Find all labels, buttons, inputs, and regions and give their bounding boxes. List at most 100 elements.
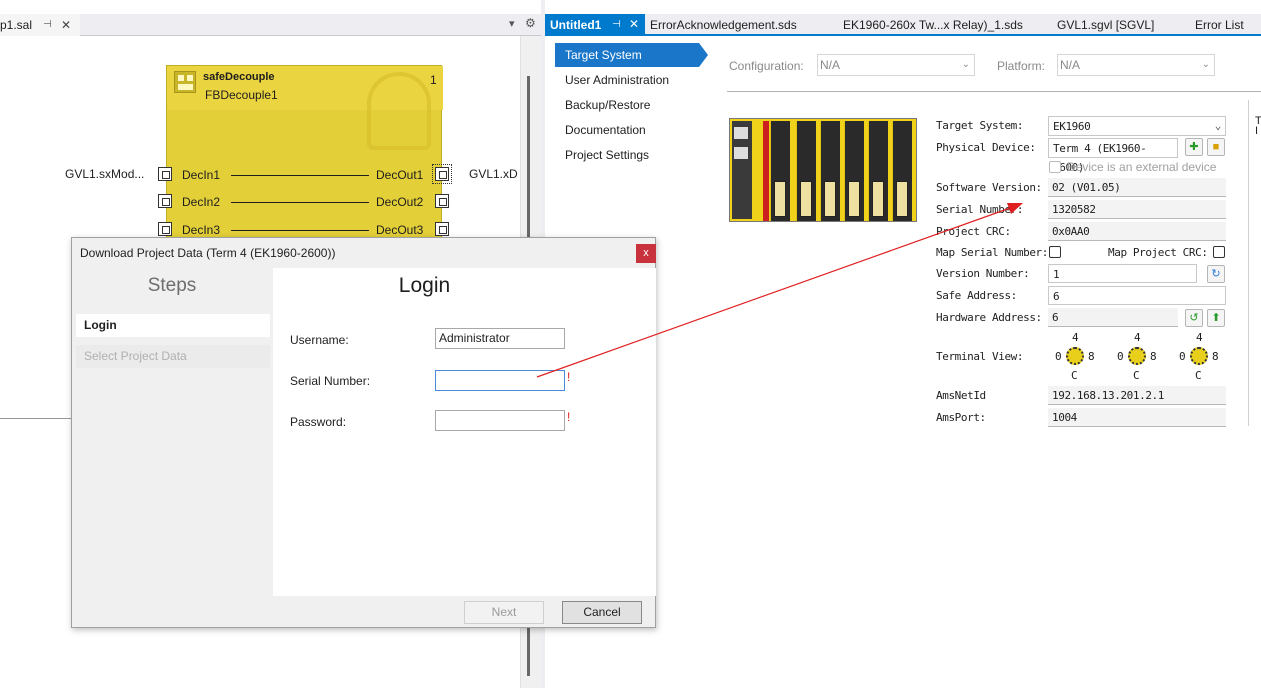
rotary-switch-icon (1128, 347, 1146, 365)
fb-connection-line (231, 175, 369, 176)
fb-output-1: DecOut1 (376, 168, 424, 182)
output-pin[interactable] (435, 222, 449, 236)
external-device-checkbox[interactable] (1049, 161, 1061, 173)
external-device-label: Device is an external device (1067, 160, 1217, 174)
target-system-label: Target System: (936, 119, 1024, 132)
dial-top-label: 4 (1196, 331, 1203, 344)
close-icon[interactable]: ✕ (629, 17, 639, 31)
nav-project-settings[interactable]: Project Settings (555, 143, 705, 167)
sync-address-button[interactable]: ↺ (1185, 309, 1203, 327)
section-divider (727, 91, 1261, 92)
hardware-address-label: Hardware Address: (936, 311, 1042, 324)
terminal-hardware-image (729, 118, 917, 222)
pin-icon[interactable]: ⊣ (43, 14, 52, 36)
hardware-address-value: 6 (1048, 308, 1178, 327)
password-label: Password: (290, 415, 347, 429)
platform-label: Platform: (997, 59, 1046, 73)
dial-top-label: 4 (1072, 331, 1079, 344)
fb-output-2: DecOut2 (376, 195, 424, 209)
refresh-version-button[interactable]: ↻ (1207, 265, 1225, 283)
target-system-select[interactable]: EK1960 ⌄ (1048, 116, 1226, 136)
add-device-button[interactable]: ✚ (1185, 138, 1203, 156)
chevron-down-icon[interactable]: ▾ (509, 17, 515, 30)
close-button[interactable]: x (636, 244, 656, 263)
upload-address-button[interactable]: ⬆ (1207, 309, 1225, 327)
required-indicator: ! (567, 370, 571, 384)
version-number-label: Version Number: (936, 267, 1030, 280)
tab-sal-file[interactable]: p1.sal ⊣ ✕ (0, 14, 80, 36)
fb-order-number: 1 (430, 73, 437, 87)
safe-address-field[interactable]: 6 (1048, 286, 1226, 305)
map-serial-number-label: Map Serial Number: (936, 246, 1049, 259)
tab-error-list[interactable]: Error List (1195, 18, 1244, 32)
serial-number-value: 1320582 (1048, 200, 1226, 219)
steps-pane: Steps Login Select Project Data (72, 268, 272, 596)
ams-net-id-label: AmsNetId (936, 389, 986, 402)
fb-type-icon (174, 71, 196, 93)
serial-number-field[interactable] (435, 370, 565, 391)
nav-target-system[interactable]: Target System (555, 43, 708, 67)
function-block[interactable]: safeDecouple FBDecouple1 1 DecIn1 DecIn2… (166, 65, 443, 245)
fb-input-1: DecIn1 (182, 168, 221, 182)
ams-net-id-value: 192.168.13.201.2.1 (1048, 386, 1226, 405)
right-document-tabstrip: ErrorAcknowledgement.sds EK1960-260x Tw.… (545, 14, 1261, 36)
configuration-label: Configuration: (729, 59, 804, 73)
chevron-down-icon: ⌄ (1201, 59, 1210, 70)
right-edge-divider (1248, 100, 1249, 426)
input-pin[interactable] (158, 194, 172, 208)
terminal-view-label: Terminal View: (936, 350, 1024, 363)
nav-user-administration[interactable]: User Administration (555, 68, 705, 92)
fb-input-3: DecIn3 (182, 223, 221, 237)
tab-label: Untitled1 (550, 18, 602, 32)
map-serial-number-checkbox[interactable] (1049, 246, 1061, 258)
gear-icon[interactable]: ⚙ (525, 16, 536, 30)
map-project-crc-label: Map Project CRC: (1108, 246, 1208, 259)
physical-device-select[interactable]: Term 4 (EK1960-2600) (1048, 138, 1178, 174)
physical-device-label: Physical Device: (936, 141, 1036, 154)
tab-error-ack[interactable]: ErrorAcknowledgement.sds (650, 18, 797, 32)
target-system-value: EK1960 (1053, 120, 1091, 133)
map-project-crc-checkbox[interactable] (1213, 246, 1225, 258)
dialog-title: Download Project Data (Term 4 (EK1960-26… (80, 246, 336, 260)
fb-input-2: DecIn2 (182, 195, 221, 209)
input-pin[interactable] (158, 222, 172, 236)
project-crc-value: 0x0AA0 (1048, 222, 1226, 241)
output-variable-label[interactable]: GVL1.xD (469, 167, 518, 181)
login-page: Login Username: Administrator Serial Num… (273, 268, 656, 596)
output-pin[interactable] (435, 194, 449, 208)
dial-bottom-label: C (1071, 369, 1078, 382)
left-document-tabstrip: p1.sal ⊣ ✕ ▾ ⚙ (0, 14, 541, 36)
password-field[interactable] (435, 410, 565, 431)
username-field[interactable]: Administrator (435, 328, 565, 349)
dial-bottom-label: C (1133, 369, 1140, 382)
version-number-field[interactable]: 1 (1048, 264, 1197, 283)
configuration-value: N/A (820, 58, 841, 72)
pin-icon[interactable]: ⊣ (612, 19, 621, 30)
fb-connection-line (231, 202, 369, 203)
platform-select[interactable]: N/A ⌄ (1057, 54, 1215, 76)
tab-untitled1[interactable]: Untitled1 ⊣ ✕ (545, 14, 645, 36)
nav-documentation[interactable]: Documentation (555, 118, 705, 142)
fb-instance-name: safeDecouple (203, 71, 275, 83)
tab-label: p1.sal (0, 18, 33, 32)
input-variable-label[interactable]: GVL1.sxMod... (65, 167, 144, 181)
step-select-project-data[interactable]: Select Project Data (76, 345, 270, 368)
tab-gvl1-sgvl[interactable]: GVL1.sgvl [SGVL] (1057, 18, 1154, 32)
chevron-down-icon: ⌄ (1214, 119, 1222, 132)
browse-device-button[interactable]: ■ (1207, 138, 1225, 156)
dial-right-label: 8 (1212, 350, 1219, 363)
output-pin[interactable] (432, 164, 452, 184)
next-button[interactable]: Next (464, 601, 544, 624)
required-indicator: ! (567, 410, 571, 424)
tab-ek1960-sds[interactable]: EK1960-260x Tw...x Relay)_1.sds (843, 18, 1023, 32)
login-heading: Login (398, 274, 451, 297)
step-login[interactable]: Login (76, 314, 270, 337)
cancel-button[interactable]: Cancel (562, 601, 642, 624)
editor-divider-line (0, 418, 71, 419)
dial-right-label: 8 (1088, 350, 1095, 363)
configuration-select[interactable]: N/A ⌄ (817, 54, 975, 76)
dial-bottom-label: C (1195, 369, 1202, 382)
close-icon[interactable]: ✕ (61, 14, 71, 36)
nav-backup-restore[interactable]: Backup/Restore (555, 93, 705, 117)
input-pin[interactable] (158, 167, 172, 181)
